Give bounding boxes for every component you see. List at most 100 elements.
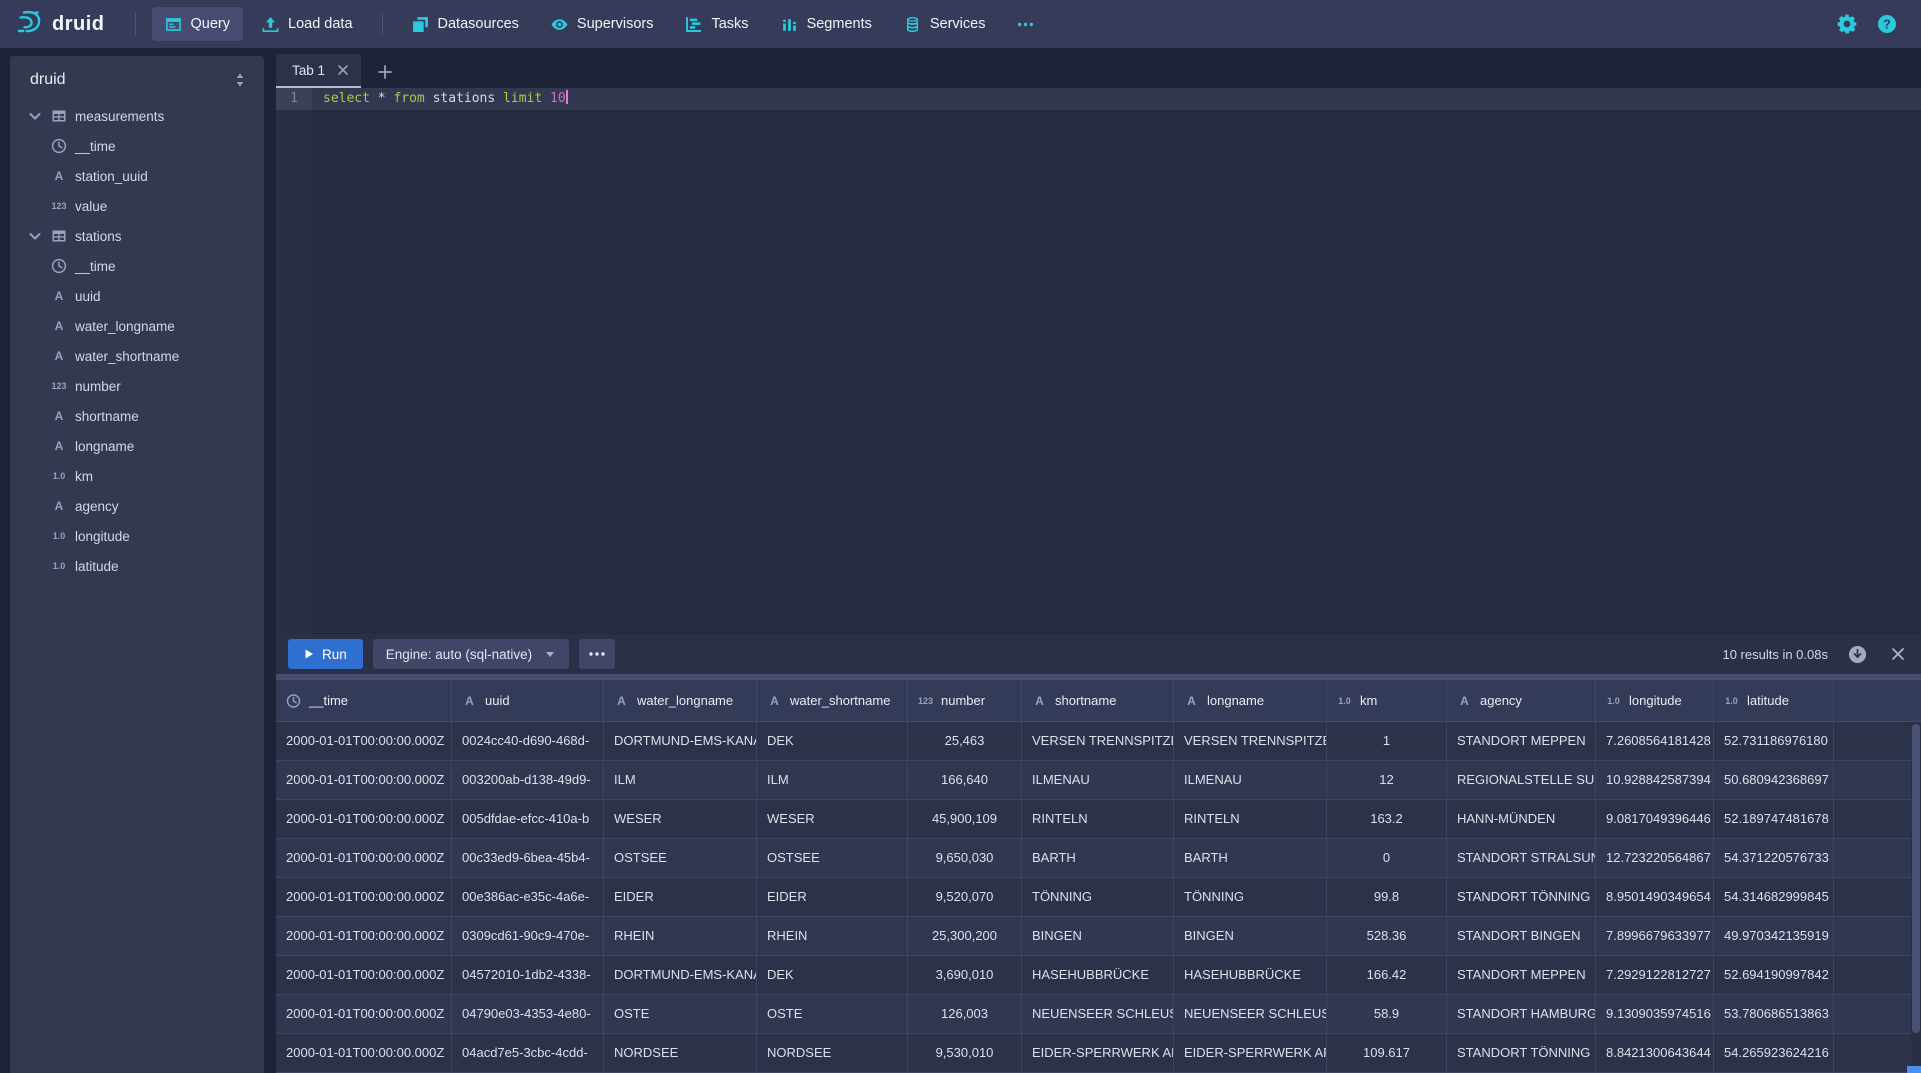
- download-results-icon[interactable]: [1848, 645, 1867, 664]
- tab-close-icon[interactable]: [337, 64, 349, 76]
- table-cell[interactable]: OSTE: [604, 995, 757, 1033]
- table-cell[interactable]: 52.694190997842: [1714, 956, 1834, 994]
- table-cell[interactable]: EIDER: [757, 878, 908, 916]
- table-cell[interactable]: 2000-01-01T00:00:00.000Z: [276, 956, 452, 994]
- table-cell[interactable]: 7.2929122812727: [1596, 956, 1714, 994]
- nav-item-segments[interactable]: Segments: [768, 7, 885, 41]
- table-cell[interactable]: 2000-01-01T00:00:00.000Z: [276, 800, 452, 838]
- sidebar-column-latitude[interactable]: 1.0latitude: [10, 551, 264, 581]
- column-header-latitude[interactable]: 1.0latitude: [1714, 680, 1834, 721]
- table-row[interactable]: 2000-01-01T00:00:00.000Z04acd7e5-3cbc-4c…: [276, 1034, 1921, 1073]
- table-cell[interactable]: 2000-01-01T00:00:00.000Z: [276, 839, 452, 877]
- sidebar-column-longitude[interactable]: 1.0longitude: [10, 521, 264, 551]
- table-cell[interactable]: 00e386ac-e35c-4a6e-: [452, 878, 604, 916]
- table-cell[interactable]: 25,463: [908, 722, 1022, 760]
- table-cell[interactable]: 54.314682999845: [1714, 878, 1834, 916]
- table-cell[interactable]: 8.9501490349654: [1596, 878, 1714, 916]
- chevron-down-icon[interactable]: [27, 108, 43, 124]
- table-cell[interactable]: 2000-01-01T00:00:00.000Z: [276, 995, 452, 1033]
- sidebar-column-station_uuid[interactable]: Astation_uuid: [10, 161, 264, 191]
- table-cell[interactable]: 10.928842587394: [1596, 761, 1714, 799]
- nav-item-query[interactable]: Query: [152, 7, 244, 41]
- nav-item-more[interactable]: [1004, 7, 1047, 41]
- sidebar-column-water_longname[interactable]: Awater_longname: [10, 311, 264, 341]
- sql-editor[interactable]: 1 select * from stations limit 10: [276, 88, 1921, 634]
- table-cell[interactable]: RINTELN: [1022, 800, 1174, 838]
- column-header-agency[interactable]: Aagency: [1447, 680, 1596, 721]
- table-cell[interactable]: RINTELN: [1174, 800, 1327, 838]
- tab-tab1[interactable]: Tab 1: [276, 54, 361, 88]
- sql-query-line[interactable]: select * from stations limit 10: [312, 88, 1921, 110]
- table-cell[interactable]: NEUENSEER SCHLEUS: [1174, 995, 1327, 1033]
- table-row[interactable]: 2000-01-01T00:00:00.000Z04790e03-4353-4e…: [276, 995, 1921, 1034]
- run-button[interactable]: Run: [288, 639, 363, 669]
- table-cell[interactable]: 49.970342135919: [1714, 917, 1834, 955]
- table-cell[interactable]: 2000-01-01T00:00:00.000Z: [276, 917, 452, 955]
- table-cell[interactable]: DORTMUND-EMS-KANAL: [604, 722, 757, 760]
- help-icon[interactable]: ?: [1877, 14, 1897, 34]
- table-cell[interactable]: 50.680942368697: [1714, 761, 1834, 799]
- table-cell[interactable]: REGIONALSTELLE SUH: [1447, 761, 1596, 799]
- table-cell[interactable]: DEK: [757, 956, 908, 994]
- nav-item-services[interactable]: Services: [891, 7, 999, 41]
- nav-item-datasources[interactable]: Datasources: [399, 7, 532, 41]
- table-cell[interactable]: 12: [1327, 761, 1447, 799]
- table-cell[interactable]: TÖNNING: [1022, 878, 1174, 916]
- table-cell[interactable]: 9.1309035974516: [1596, 995, 1714, 1033]
- table-cell[interactable]: 53.780686513863: [1714, 995, 1834, 1033]
- table-cell[interactable]: 2000-01-01T00:00:00.000Z: [276, 722, 452, 760]
- table-cell[interactable]: 99.8: [1327, 878, 1447, 916]
- table-cell[interactable]: 45,900,109: [908, 800, 1022, 838]
- editor-code-area[interactable]: select * from stations limit 10: [312, 88, 1921, 634]
- table-cell[interactable]: TÖNNING: [1174, 878, 1327, 916]
- table-cell[interactable]: STANDORT STRALSUN: [1447, 839, 1596, 877]
- table-cell[interactable]: ILMENAU: [1022, 761, 1174, 799]
- column-header-number[interactable]: 123number: [908, 680, 1022, 721]
- table-cell[interactable]: 9,520,070: [908, 878, 1022, 916]
- table-cell[interactable]: ILMENAU: [1174, 761, 1327, 799]
- column-header-__time[interactable]: __time: [276, 680, 452, 721]
- table-cell[interactable]: 163.2: [1327, 800, 1447, 838]
- table-cell[interactable]: RHEIN: [757, 917, 908, 955]
- column-header-shortname[interactable]: Ashortname: [1022, 680, 1174, 721]
- sidebar-column-shortname[interactable]: Ashortname: [10, 401, 264, 431]
- table-row[interactable]: 2000-01-01T00:00:00.000Z0024cc40-d690-46…: [276, 722, 1921, 761]
- table-cell[interactable]: STANDORT MEPPEN: [1447, 722, 1596, 760]
- table-cell[interactable]: EIDER-SPERRWERK AP: [1174, 1034, 1327, 1072]
- sidebar-column-value[interactable]: 123value: [10, 191, 264, 221]
- table-cell[interactable]: VERSEN TRENNSPITZE: [1174, 722, 1327, 760]
- table-cell[interactable]: 9,530,010: [908, 1034, 1022, 1072]
- table-cell[interactable]: BARTH: [1174, 839, 1327, 877]
- table-row[interactable]: 2000-01-01T00:00:00.000Z0309cd61-90c9-47…: [276, 917, 1921, 956]
- table-cell[interactable]: OSTSEE: [604, 839, 757, 877]
- table-cell[interactable]: DEK: [757, 722, 908, 760]
- sidebar-table-measurements[interactable]: measurements: [10, 101, 264, 131]
- table-cell[interactable]: 25,300,200: [908, 917, 1022, 955]
- double-caret-vertical-icon[interactable]: [232, 72, 248, 88]
- table-cell[interactable]: 00c33ed9-6bea-45b4-: [452, 839, 604, 877]
- table-cell[interactable]: 2000-01-01T00:00:00.000Z: [276, 1034, 452, 1072]
- table-cell[interactable]: 52.189747481678: [1714, 800, 1834, 838]
- table-cell[interactable]: BINGEN: [1022, 917, 1174, 955]
- column-header-km[interactable]: 1.0km: [1327, 680, 1447, 721]
- table-row[interactable]: 2000-01-01T00:00:00.000Z00c33ed9-6bea-45…: [276, 839, 1921, 878]
- table-row[interactable]: 2000-01-01T00:00:00.000Z00e386ac-e35c-4a…: [276, 878, 1921, 917]
- table-cell[interactable]: STANDORT TÖNNING: [1447, 878, 1596, 916]
- table-cell[interactable]: HASEHUBBRÜCKE: [1022, 956, 1174, 994]
- table-cell[interactable]: WESER: [604, 800, 757, 838]
- chevron-down-icon[interactable]: [27, 228, 43, 244]
- table-cell[interactable]: STANDORT MEPPEN: [1447, 956, 1596, 994]
- close-results-icon[interactable]: [1891, 647, 1905, 661]
- table-row[interactable]: 2000-01-01T00:00:00.000Z04572010-1db2-43…: [276, 956, 1921, 995]
- nav-item-tasks[interactable]: Tasks: [672, 7, 761, 41]
- table-cell[interactable]: OSTSEE: [757, 839, 908, 877]
- sidebar-column-number[interactable]: 123number: [10, 371, 264, 401]
- column-header-longname[interactable]: Alongname: [1174, 680, 1327, 721]
- table-cell[interactable]: NEUENSEER SCHLEUS: [1022, 995, 1174, 1033]
- table-cell[interactable]: HANN-MÜNDEN: [1447, 800, 1596, 838]
- table-cell[interactable]: 8.8421300643644: [1596, 1034, 1714, 1072]
- scrollbar-thumb[interactable]: [1912, 724, 1920, 1033]
- nav-item-supervisors[interactable]: Supervisors: [538, 7, 667, 41]
- table-cell[interactable]: 9.0817049396446: [1596, 800, 1714, 838]
- table-cell[interactable]: NORDSEE: [604, 1034, 757, 1072]
